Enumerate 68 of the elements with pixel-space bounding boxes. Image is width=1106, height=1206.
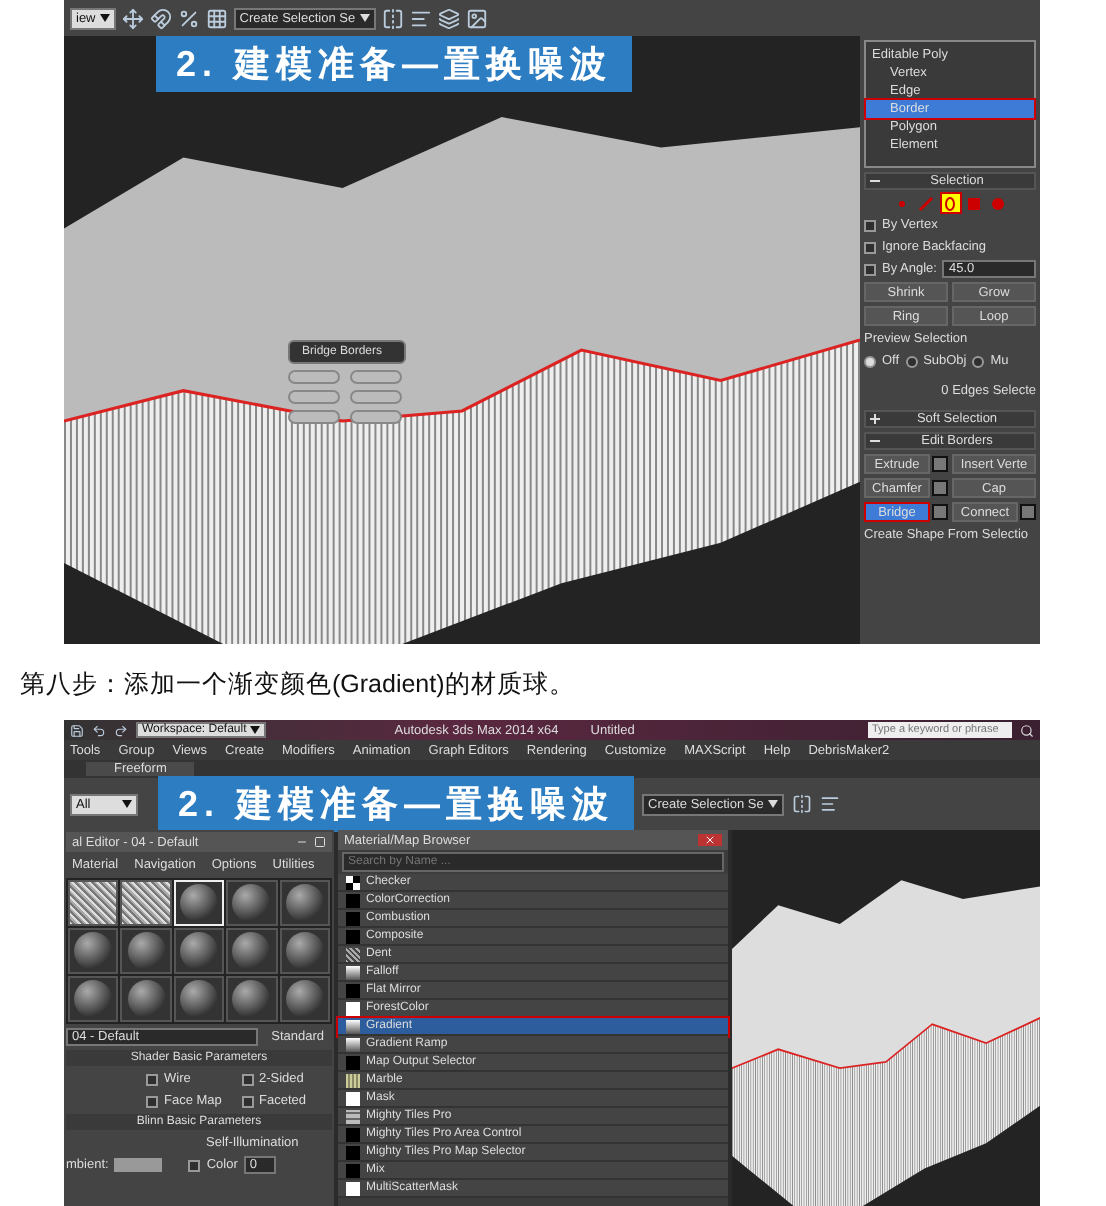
close-icon[interactable] [704, 834, 716, 846]
align-icon[interactable] [409, 7, 432, 29]
align-icon[interactable] [819, 794, 840, 814]
border-mode-icon[interactable] [941, 194, 959, 212]
spinner-field[interactable] [350, 370, 402, 384]
step-caption: 第八步：添加一个渐变颜色(Gradient)的材质球。 [18, 668, 577, 702]
sample-slot[interactable] [173, 976, 225, 1022]
percent-icon[interactable] [177, 7, 200, 29]
caret-icon [250, 726, 261, 734]
material-sphere [127, 932, 166, 970]
spinner-field[interactable] [288, 370, 340, 384]
checkbox[interactable] [146, 1073, 158, 1085]
checkbox[interactable] [241, 1073, 253, 1085]
undo-icon[interactable] [92, 723, 106, 737]
material-sphere [179, 980, 218, 1018]
checkbox[interactable] [864, 263, 876, 275]
material-sphere [74, 932, 113, 970]
minimize-icon[interactable] [296, 836, 308, 848]
material-sphere [179, 932, 218, 970]
collapse-icon [870, 436, 880, 446]
radio-button[interactable] [864, 355, 876, 367]
spinner-field[interactable] [350, 410, 402, 424]
checkbox[interactable] [864, 241, 876, 253]
spinner-field[interactable] [288, 390, 340, 404]
settings-button[interactable] [932, 504, 948, 520]
sample-slot[interactable] [173, 928, 225, 974]
tutorial-banner: 2. 建模准备—置换噪波 [158, 776, 635, 832]
settings-button[interactable] [1020, 504, 1036, 520]
material-sphere [179, 884, 218, 922]
checkbox[interactable] [188, 1159, 201, 1171]
material-sphere [232, 884, 271, 922]
settings-button[interactable] [932, 456, 948, 472]
magnet-icon[interactable] [149, 7, 172, 29]
material-sphere [285, 884, 324, 922]
spinner-field[interactable] [350, 390, 402, 404]
settings-button[interactable] [932, 480, 948, 496]
color-swatch[interactable] [114, 1158, 163, 1172]
grid-icon[interactable] [205, 7, 228, 29]
collapse-icon [870, 176, 880, 186]
noise-texture-swatch[interactable] [68, 880, 119, 926]
noise-texture-swatch[interactable] [120, 880, 172, 926]
caret-icon [359, 14, 370, 22]
material-sphere [74, 980, 113, 1018]
material-sphere [232, 932, 271, 970]
material-sphere [285, 980, 324, 1018]
redo-icon[interactable] [114, 723, 128, 737]
material-sphere [232, 980, 271, 1018]
tutorial-banner: 2. 建模准备—置换噪波 [156, 36, 633, 92]
caret-icon [122, 800, 132, 808]
expand-icon [870, 414, 880, 424]
material-sphere [285, 932, 324, 970]
radio-button[interactable] [972, 355, 985, 367]
mirror-icon[interactable] [791, 794, 812, 814]
mirror-icon[interactable] [381, 7, 404, 29]
spinner-field[interactable] [288, 410, 340, 424]
caret-icon [767, 800, 778, 808]
checkbox[interactable] [864, 219, 876, 231]
layers-icon[interactable] [437, 7, 460, 29]
caret-icon [99, 14, 110, 22]
maximize-icon[interactable] [314, 836, 326, 848]
checkbox[interactable] [241, 1095, 253, 1107]
search-icon[interactable] [1020, 723, 1034, 737]
save-icon[interactable] [70, 723, 84, 737]
checkbox[interactable] [146, 1095, 158, 1107]
material-sphere [127, 980, 166, 1018]
move-icon[interactable] [121, 7, 144, 29]
radio-button[interactable] [905, 355, 918, 367]
image-icon[interactable] [465, 7, 488, 29]
